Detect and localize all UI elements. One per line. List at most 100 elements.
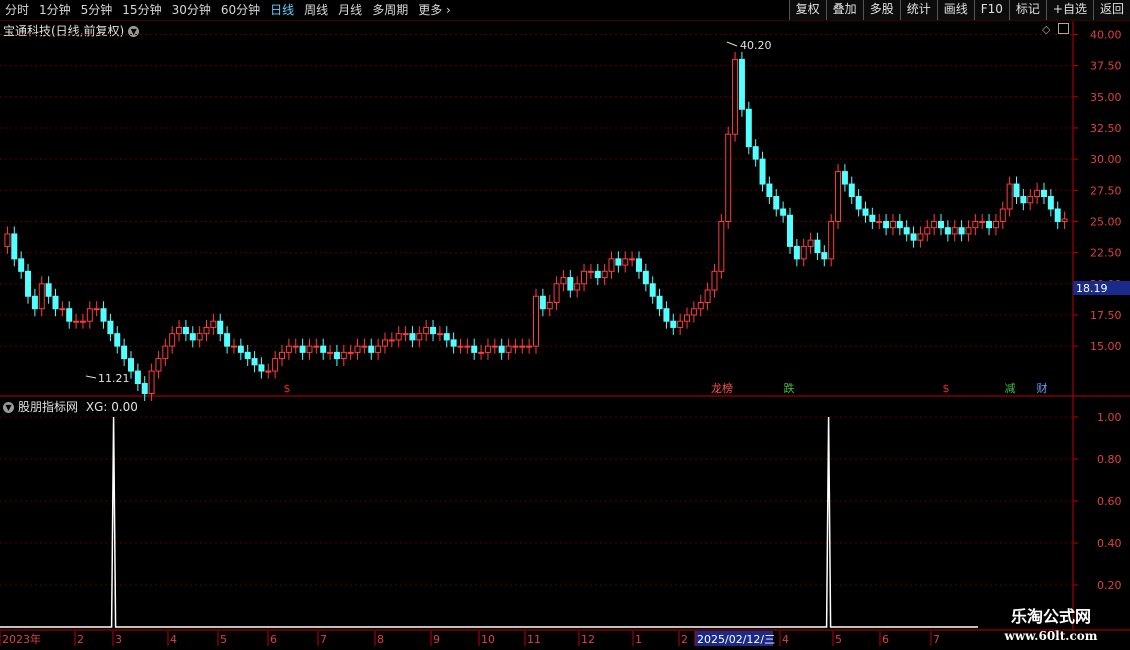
candle-body: [615, 258, 622, 266]
candle: [114, 326, 121, 354]
candle-body: [66, 308, 73, 322]
candle: [52, 288, 59, 317]
candle-body: [697, 302, 704, 310]
candle-body: [368, 345, 375, 353]
candle-body: [79, 320, 86, 323]
candle-body: [285, 345, 292, 353]
chart-canvas[interactable]: 40.00 37.50 35.00 32.50 30.00 27.50 25.00 22.50…: [0, 0, 1130, 650]
event-marker: 减: [1005, 382, 1016, 395]
candle-body: [148, 370, 155, 395]
candle-body: [416, 333, 423, 341]
candle: [182, 319, 189, 342]
x-tick-label: 6: [270, 633, 277, 646]
candle: [450, 332, 457, 354]
candle: [677, 313, 684, 335]
candle: [299, 338, 306, 360]
candle: [498, 338, 505, 360]
candle: [780, 201, 787, 223]
x-tick-label: 3: [115, 633, 122, 646]
indicator-y-tick-label: 0.20: [1097, 579, 1122, 592]
y-tick-label: 25.00: [1090, 215, 1122, 228]
candle: [210, 313, 217, 335]
candle-body: [18, 258, 25, 272]
candle: [471, 338, 478, 360]
candle: [690, 301, 697, 323]
candle-body: [780, 208, 787, 216]
candle-body: [786, 214, 793, 247]
candle-body: [979, 220, 986, 223]
candle-body: [677, 320, 684, 328]
candle-body: [265, 370, 272, 373]
candle: [38, 276, 45, 317]
candle-body: [457, 345, 464, 348]
candle: [759, 151, 766, 192]
candle-body: [800, 245, 807, 260]
candle: [1020, 189, 1027, 211]
candle: [828, 213, 835, 267]
candle-body: [491, 345, 498, 348]
candle: [979, 213, 986, 229]
watermark: 乐淘公式网 www.60lt.com: [980, 606, 1122, 648]
candle-body: [1054, 208, 1061, 222]
candle-body: [903, 227, 910, 235]
candle-body: [121, 345, 128, 360]
candle-body: [567, 277, 574, 291]
candle: [251, 351, 258, 373]
candle: [944, 220, 951, 242]
candle-body: [327, 351, 334, 354]
candle-body: [539, 295, 546, 310]
candle-body: [972, 220, 979, 229]
candle: [615, 251, 622, 273]
candle-body: [608, 258, 615, 272]
candle-body: [430, 326, 437, 335]
candle: [423, 319, 430, 342]
candle-body: [869, 214, 876, 222]
candle: [272, 351, 279, 379]
candle-body: [210, 320, 217, 328]
candle-body: [704, 289, 711, 303]
candle-body: [883, 220, 890, 229]
candle-body: [910, 233, 917, 241]
candle: [814, 232, 821, 261]
event-marker: 财: [1037, 381, 1048, 395]
candle: [45, 276, 52, 304]
candle: [704, 282, 711, 310]
candle: [656, 288, 663, 317]
candle: [368, 338, 375, 360]
candle-body: [574, 283, 581, 291]
candle-body: [663, 308, 670, 322]
candle: [786, 207, 793, 254]
candle-body: [114, 333, 121, 347]
y-tick-label: 27.50: [1090, 184, 1122, 197]
x-tick-label: 4: [782, 633, 789, 646]
x-tick-label: 2: [77, 633, 84, 646]
candle: [697, 295, 704, 317]
candle-body: [635, 258, 642, 272]
candle-body: [670, 320, 677, 328]
candle-body: [821, 252, 828, 260]
y-tick-label: 32.50: [1090, 122, 1122, 135]
candle: [670, 313, 677, 335]
candle-body: [272, 358, 279, 372]
candle: [237, 338, 244, 360]
candle-body: [498, 345, 505, 353]
candle-body: [141, 383, 148, 395]
candle-body: [471, 345, 478, 353]
candle: [986, 213, 993, 236]
candle-body: [512, 345, 519, 348]
candle: [512, 338, 519, 354]
candle: [155, 351, 162, 379]
candle-body: [766, 183, 773, 198]
candle-body: [11, 233, 18, 260]
candle-body: [828, 220, 835, 260]
low-label: 11.21: [98, 372, 130, 385]
candle: [965, 220, 972, 242]
candle: [73, 313, 80, 329]
candle: [869, 207, 876, 229]
candle: [203, 319, 210, 342]
candle: [327, 344, 334, 360]
y-tick-label: 22.50: [1090, 247, 1122, 260]
candle: [917, 226, 924, 248]
candle: [972, 213, 979, 236]
candle-body: [752, 146, 759, 160]
